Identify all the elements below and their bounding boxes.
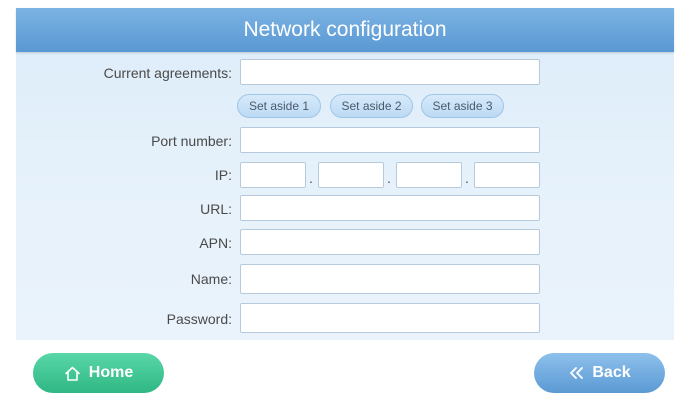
name-label: Name:: [190, 271, 232, 287]
set-aside-3-button[interactable]: Set aside 3: [421, 94, 504, 118]
set-aside-1-button[interactable]: Set aside 1: [237, 94, 321, 118]
apn-label: APN:: [199, 235, 232, 251]
ip-octet-2-field[interactable]: [318, 162, 384, 188]
ip-separator: .: [387, 170, 391, 186]
double-chevron-left-icon: [568, 365, 584, 381]
password-label: Password:: [166, 311, 232, 327]
port-number-field[interactable]: [240, 127, 540, 153]
home-icon: [64, 365, 81, 382]
password-field[interactable]: [240, 303, 540, 333]
ip-separator: .: [465, 170, 469, 186]
home-button[interactable]: Home: [33, 353, 164, 393]
ip-octet-4-field[interactable]: [474, 162, 540, 188]
ip-octet-1-field[interactable]: [240, 162, 306, 188]
name-field[interactable]: [240, 264, 540, 294]
page-title: Network configuration: [16, 8, 674, 52]
apn-field[interactable]: [240, 229, 540, 255]
current-agreements-field[interactable]: [240, 59, 540, 85]
ip-label: IP:: [214, 167, 232, 183]
home-button-label: Home: [88, 364, 134, 381]
set-aside-2-button[interactable]: Set aside 2: [330, 94, 413, 118]
url-field[interactable]: [240, 195, 540, 221]
back-button[interactable]: Back: [534, 353, 665, 393]
port-number-label: Port number:: [151, 133, 232, 149]
ip-octet-3-field[interactable]: [396, 162, 462, 188]
current-agreements-label: Current agreements:: [103, 65, 232, 81]
url-label: URL:: [200, 201, 232, 217]
ip-separator: .: [309, 170, 313, 186]
back-button-label: Back: [592, 364, 631, 381]
